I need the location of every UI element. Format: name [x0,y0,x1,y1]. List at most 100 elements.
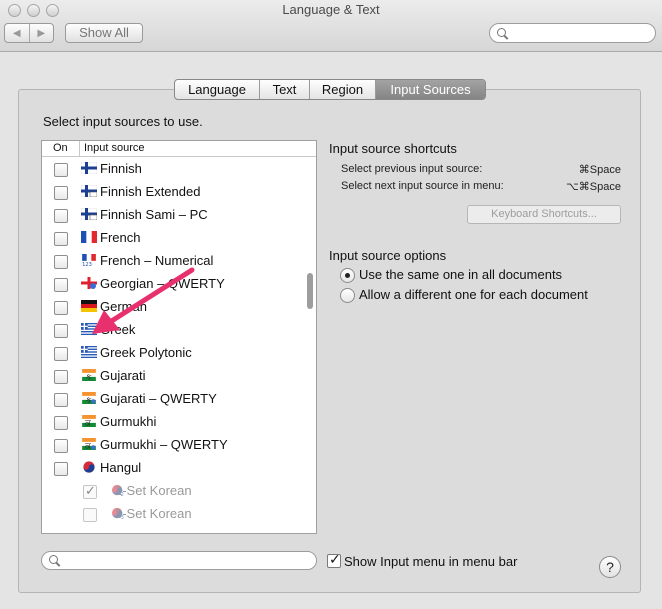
list-item[interactable]: 2 2-Set Korean [42,480,302,503]
georgia-flag-icon [81,277,97,289]
shortcut-next-key: ⌥⌘Space [566,181,621,193]
search-icon [497,28,506,37]
shortcut-next-label: Select next input source in menu: [341,180,504,192]
help-button[interactable]: ? [599,556,621,578]
list-search-input[interactable] [41,551,317,570]
germany-flag-icon [81,300,97,312]
list-item-label: Gujarati – QWERTY [100,391,217,406]
list-item[interactable]: French [42,227,302,250]
checkbox[interactable] [83,483,97,499]
svg-text:123: 123 [82,262,92,266]
list-header: On Input source [42,141,316,157]
list-item-label: 3-Set Korean [115,506,192,521]
list-item-label: 2-Set Korean [115,483,192,498]
list-item-label: Gurmukhi – QWERTY [100,437,228,452]
search-icon [49,555,58,564]
window-title: Language & Text [282,2,380,17]
checkbox[interactable] [54,255,68,269]
svg-text:ਕ: ਕ [84,418,92,427]
back-icon[interactable]: ◀ [5,24,29,42]
france-numerical-flag-icon: 123 [82,254,96,266]
checkbox[interactable] [54,301,68,315]
checkbox[interactable] [83,508,97,522]
checkbox[interactable] [54,439,68,453]
list-item[interactable]: 123 French – Numerical [42,250,302,273]
checkbox[interactable] [54,347,68,361]
list-item[interactable]: ਕ Gurmukhi – QWERTY [42,434,302,457]
column-on-header[interactable]: On [42,141,80,156]
france-flag-icon [81,231,97,243]
list-item[interactable]: Hangul [42,457,302,480]
forward-icon[interactable]: ▶ [28,24,54,42]
tab-region[interactable]: Region [309,80,375,99]
options-title: Input source options [329,248,447,263]
list-item-label: Georgian – QWERTY [100,276,225,291]
list-item[interactable]: Greek Polytonic [42,342,302,365]
list-item[interactable]: 3 3-Set Korean [42,503,302,526]
list-item-label: Gurmukhi [100,414,157,429]
list-item[interactable]: Finnish [42,158,302,181]
tab-input-sources[interactable]: Input Sources [375,80,485,99]
radio-different-each[interactable] [340,288,355,303]
list-item-label: Finnish Sami – PC [100,207,208,222]
list-scrollbar[interactable] [307,273,313,309]
greece-flag-icon [81,323,97,335]
list-item-label: Greek Polytonic [100,345,192,360]
checkbox[interactable] [54,163,68,177]
intro-text: Select input sources to use. [43,114,203,129]
svg-text:ક: ક [86,372,93,381]
shortcut-previous-label: Select previous input source: [341,163,483,175]
list-item-label: French – Numerical [100,253,214,268]
checkbox[interactable] [54,462,68,476]
list-item[interactable]: Finnish Sami – PC [42,204,302,227]
korea-icon [83,461,95,473]
gujarati-qwerty-icon: ક [82,392,96,404]
checkbox[interactable] [54,278,68,292]
tab-language[interactable]: Language [175,80,259,99]
list-item[interactable]: German [42,296,302,319]
list-item[interactable]: Georgian – QWERTY [42,273,302,296]
checkbox[interactable] [54,186,68,200]
radio-different-each-label[interactable]: Allow a different one for each document [359,287,588,302]
show-input-menu-checkbox[interactable] [327,551,341,568]
list-item-label: Greek [100,322,136,337]
checkbox[interactable] [54,209,68,223]
finland-sami-flag-icon [81,208,97,220]
list-item-label: French [100,230,141,245]
checkbox[interactable] [54,232,68,246]
checkbox[interactable] [54,370,68,384]
list-item[interactable]: Greek [42,319,302,342]
show-all-button[interactable]: Show All [65,23,143,43]
checkbox[interactable] [54,416,68,430]
finland-extended-flag-icon [81,185,97,197]
tab-bar: Language Text Region Input Sources [174,79,486,100]
list-item-label: Finnish Extended [100,184,201,199]
list-item[interactable]: ક Gujarati [42,365,302,388]
radio-same-all-label[interactable]: Use the same one in all documents [359,267,562,282]
radio-same-all[interactable] [340,268,355,283]
list-item[interactable]: ક Gujarati – QWERTY [42,388,302,411]
list-item-label: German [100,299,147,314]
tab-text[interactable]: Text [259,80,309,99]
finland-flag-icon [81,162,97,174]
title-bar: Language & Text ◀ ▶ Show All [0,0,662,52]
column-source-header[interactable]: Input source [80,141,145,156]
list-item-label: Finnish [100,161,142,176]
keyboard-shortcuts-button[interactable]: Keyboard Shortcuts... [467,205,621,224]
input-source-list[interactable]: On Input source Finnish Finnish Extended… [41,140,317,534]
gujarati-icon: ક [82,369,96,381]
list-item[interactable]: ਕ Gurmukhi [42,411,302,434]
greece-polytonic-flag-icon [81,346,97,358]
shortcuts-title: Input source shortcuts [329,141,457,156]
checkbox[interactable] [54,393,68,407]
gurmukhi-icon: ਕ [82,415,96,427]
show-input-menu-label[interactable]: Show Input menu in menu bar [344,554,517,569]
svg-text:ਕ: ਕ [84,441,92,450]
list-item-label: Gujarati [100,368,146,383]
back-forward-control[interactable]: ◀ ▶ [4,23,54,43]
gurmukhi-qwerty-icon: ਕ [82,438,96,450]
list-item[interactable]: Finnish Extended [42,181,302,204]
svg-text:ક: ક [86,395,93,404]
checkbox[interactable] [54,324,68,338]
search-input[interactable] [489,23,656,43]
